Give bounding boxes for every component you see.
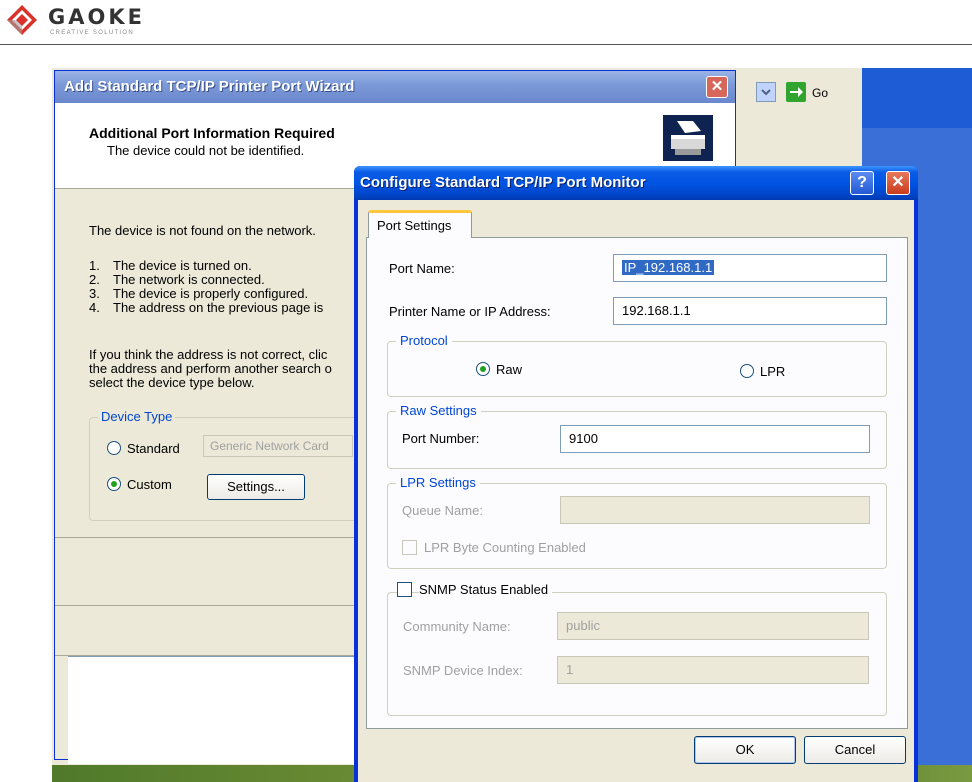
tab-port-settings[interactable]: Port Settings	[368, 210, 472, 238]
snmp-group	[387, 592, 887, 716]
gaoke-logo-icon	[7, 5, 37, 35]
snmp-enabled-label[interactable]: SNMP Status Enabled	[419, 582, 553, 597]
port-settings-panel: Port Name: IP_192.168.1.1 Printer Name o…	[366, 237, 908, 729]
wizard-titlebar[interactable]: Add Standard TCP/IP Printer Port Wizard …	[55, 71, 735, 103]
custom-radio[interactable]	[107, 477, 121, 491]
standard-device-select: Generic Network Card	[203, 435, 353, 457]
configure-port-dialog: Configure Standard TCP/IP Port Monitor ?…	[354, 166, 918, 782]
raw-radio[interactable]	[476, 362, 490, 376]
go-label[interactable]: Go	[812, 86, 828, 100]
wizard-heading: Additional Port Information Required	[89, 125, 335, 141]
standard-label[interactable]: Standard	[127, 441, 180, 456]
go-button[interactable]	[786, 82, 806, 102]
dialog-body: Port Settings Port Name: IP_192.168.1.1 …	[358, 200, 914, 782]
snmp-enabled-checkbox[interactable]	[397, 582, 412, 597]
wizard-subheading: The device could not be identified.	[107, 143, 305, 158]
device-type-legend: Device Type	[98, 409, 176, 424]
document-header: GAOKE CREATIVE SOLUTION	[0, 0, 972, 46]
wizard-checklist: 1. The device is turned on. 2. The network…	[89, 259, 323, 315]
protocol-group: Protocol Raw LPR	[387, 333, 887, 397]
custom-label[interactable]: Custom	[127, 477, 172, 492]
lpr-settings-group: LPR Settings Queue Name: LPR Byte Counti…	[387, 475, 887, 569]
community-name-label: Community Name:	[403, 619, 511, 634]
arrow-right-icon	[790, 87, 803, 97]
standard-radio[interactable]	[107, 441, 121, 455]
dialog-titlebar[interactable]: Configure Standard TCP/IP Port Monitor ?…	[354, 166, 918, 200]
logo-tagline: CREATIVE SOLUTION	[50, 30, 134, 36]
printer-icon	[663, 115, 713, 161]
lpr-byte-counting-checkbox[interactable]	[402, 540, 417, 555]
raw-settings-group: Raw Settings Port Number: 9100	[387, 403, 887, 469]
raw-settings-legend: Raw Settings	[396, 403, 481, 418]
browser-address-go-area: Go	[756, 80, 862, 106]
device-type-group: Device Type	[89, 409, 369, 521]
cancel-button[interactable]: Cancel	[804, 736, 906, 764]
port-number-input[interactable]: 9100	[560, 425, 870, 453]
wizard-instructions: If you think the address is not correct,…	[89, 348, 332, 390]
port-number-label: Port Number:	[402, 431, 480, 446]
logo-wordmark: GAOKE	[48, 5, 145, 29]
close-button[interactable]: ✕	[886, 171, 910, 195]
wizard-close-button[interactable]: ✕	[706, 76, 728, 98]
community-name-input[interactable]: public	[557, 612, 869, 640]
queue-name-input[interactable]	[560, 496, 870, 524]
queue-name-label: Queue Name:	[402, 503, 483, 518]
port-name-label: Port Name:	[389, 261, 455, 276]
snmp-device-index-input[interactable]: 1	[557, 656, 869, 684]
list-item: 2. The network is connected.	[89, 272, 265, 287]
printer-address-input[interactable]: 192.168.1.1	[613, 297, 887, 325]
background-content-area	[68, 656, 358, 764]
chevron-down-icon	[761, 89, 771, 96]
wizard-message: The device is not found on the network.	[89, 223, 316, 238]
lpr-byte-counting-label[interactable]: LPR Byte Counting Enabled	[424, 540, 586, 555]
printer-address-label: Printer Name or IP Address:	[389, 304, 551, 319]
lpr-settings-legend: LPR Settings	[396, 475, 480, 490]
list-item: 3. The device is properly configured.	[89, 286, 309, 301]
wizard-title: Add Standard TCP/IP Printer Port Wizard	[64, 78, 355, 95]
raw-label[interactable]: Raw	[496, 362, 522, 377]
lpr-radio[interactable]	[740, 364, 754, 378]
settings-button[interactable]: Settings...	[207, 474, 305, 500]
protocol-legend: Protocol	[396, 333, 452, 348]
lpr-label[interactable]: LPR	[760, 364, 785, 379]
snmp-device-index-label: SNMP Device Index:	[403, 663, 523, 678]
ok-button[interactable]: OK	[694, 736, 796, 764]
port-name-value: IP_192.168.1.1	[622, 260, 715, 275]
header-divider	[0, 44, 972, 45]
background-taskbar-area	[862, 68, 972, 128]
list-item: 1. The device is turned on.	[89, 258, 252, 273]
dialog-title: Configure Standard TCP/IP Port Monitor	[360, 174, 646, 191]
list-item: 4. The address on the previous page is	[89, 300, 324, 315]
help-button[interactable]: ?	[850, 171, 874, 195]
address-dropdown-button[interactable]	[756, 82, 776, 102]
port-name-input[interactable]: IP_192.168.1.1	[613, 254, 887, 282]
